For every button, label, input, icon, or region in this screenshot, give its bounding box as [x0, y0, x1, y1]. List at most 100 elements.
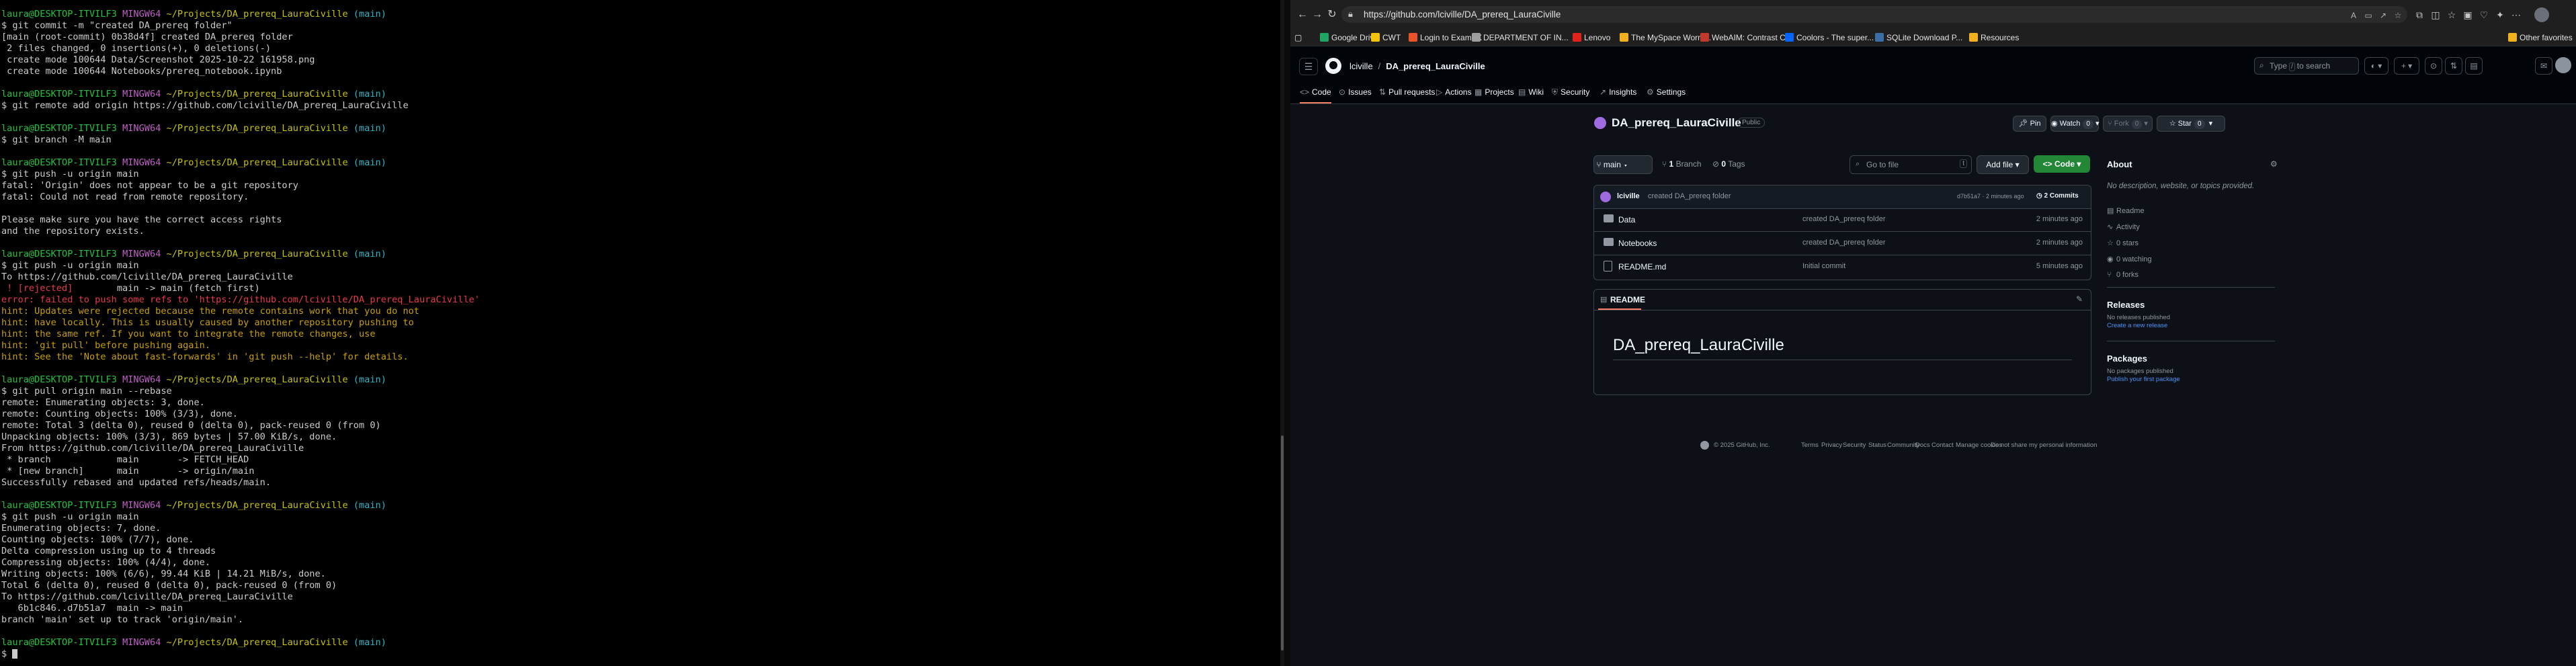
footer-link[interactable]: Do not share my personal information — [1991, 442, 2097, 449]
about-item[interactable]: ☆ 0 stars — [2107, 239, 2138, 247]
github-search-input[interactable]: ⌕ Type / to search — [2254, 57, 2359, 75]
pull-requests-icon[interactable]: ⇅ — [2445, 57, 2462, 75]
gear-icon[interactable]: ⚙ — [2270, 159, 2278, 169]
extensions-icon[interactable]: ⧉ — [2413, 8, 2426, 22]
favorite-star-icon[interactable]: ☆ — [2393, 11, 2403, 20]
footer-link[interactable]: Contact — [1931, 442, 1954, 449]
tags-link[interactable]: ⊘ 0 Tags — [1712, 159, 1745, 169]
branch-selector[interactable]: ⑂ main ▾ — [1593, 155, 1653, 174]
branches-link[interactable]: ⑂ 1 Branch — [1662, 159, 1702, 169]
favorite-item[interactable]: Lenovo — [1573, 32, 1610, 44]
file-name[interactable]: Data — [1618, 215, 1635, 224]
more-menu-icon[interactable]: ⋯ — [2509, 8, 2523, 22]
file-name[interactable]: Notebooks — [1618, 239, 1657, 248]
tab-insights[interactable]: ↗ Insights — [1599, 87, 1636, 102]
other-favorites[interactable]: Other favorites — [2508, 32, 2573, 44]
tab-pull-requests[interactable]: ⇅ Pull requests — [1379, 87, 1435, 102]
file-row[interactable]: README.md Initial commit 5 minutes ago — [1594, 255, 2091, 278]
split-screen-icon[interactable]: ◫ — [2429, 8, 2442, 22]
footer-link[interactable]: Community — [1887, 442, 1919, 449]
inbox-icon[interactable]: ✉ — [2535, 57, 2552, 75]
copilot-icon[interactable]: ✦ — [2493, 8, 2507, 22]
code-button[interactable]: <> Code ▾ — [2034, 155, 2090, 173]
tab-actions-icon[interactable]: ▢ — [1294, 32, 1302, 44]
immersive-reader-icon[interactable]: ▭ — [2363, 11, 2374, 20]
publish-package-link[interactable]: Publish your first package — [2107, 376, 2180, 383]
profile-avatar[interactable] — [2534, 7, 2549, 22]
fork-button[interactable]: ⑂ Fork 0 ▾ — [2103, 116, 2153, 132]
favorite-item[interactable]: Coolors - The super... — [1785, 32, 1874, 44]
go-to-file-input[interactable]: ⌕ Go to file t — [1850, 155, 1972, 174]
favorite-item[interactable]: SQLite Download P... — [1875, 32, 1962, 44]
watch-button[interactable]: ◉ Watch 0 ▾ — [2050, 116, 2100, 132]
url-field[interactable]: 🔒︎ https://github.com/lciville/DA_prereq… — [1341, 6, 2407, 23]
breadcrumb-repo[interactable]: DA_prereq_LauraCiville — [1386, 61, 1485, 71]
about-item[interactable]: ◉ 0 watching — [2107, 255, 2152, 263]
refresh-icon[interactable]: ↻ — [1325, 8, 1339, 22]
menu-icon[interactable]: ☰ — [1299, 58, 1318, 75]
read-aloud-icon[interactable]: A — [2348, 11, 2359, 20]
issues-icon[interactable]: ⊙ — [2425, 57, 2442, 75]
readme-tab[interactable]: README — [1610, 295, 1645, 304]
footer-link[interactable]: Docs — [1915, 442, 1930, 449]
favorite-item[interactable]: Login to ExamFX — [1409, 32, 1482, 44]
forward-icon[interactable]: → — [1311, 8, 1324, 22]
footer-link[interactable]: Privacy — [1821, 442, 1842, 449]
favorite-item[interactable]: WebAIM: Contrast C... — [1700, 32, 1792, 44]
tab-settings[interactable]: ⚙ Settings — [1647, 87, 1686, 102]
repo-name[interactable]: DA_prereq_LauraCiville — [1612, 116, 1741, 130]
github-logo-icon[interactable] — [1325, 58, 1341, 74]
github-logo-icon[interactable] — [1700, 441, 1709, 450]
add-file-button[interactable]: Add file ▾ — [1977, 155, 2029, 174]
file-row[interactable]: Data created DA_prereq folder 2 minutes ag… — [1594, 208, 2091, 232]
create-release-link[interactable]: Create a new release — [2107, 322, 2167, 329]
releases-title[interactable]: Releases — [2107, 300, 2145, 310]
star-button[interactable]: ☆ Star 0 ▾ — [2157, 116, 2225, 132]
favorites-icon[interactable]: ☆ — [2445, 8, 2458, 22]
footer-link[interactable]: Status — [1868, 442, 1886, 449]
back-icon[interactable]: ← — [1296, 8, 1309, 22]
file-row[interactable]: Notebooks created DA_prereq folder 2 minut… — [1594, 232, 2091, 255]
favorite-item[interactable]: Google Drive — [1320, 32, 1378, 44]
collections-icon[interactable]: ▣ — [2461, 8, 2475, 22]
commits-link[interactable]: ◷ 2 Commits — [2036, 192, 2079, 200]
about-item[interactable]: ▤ Readme — [2107, 206, 2145, 215]
file-name[interactable]: README.md — [1618, 262, 1666, 272]
copilot-button[interactable]: ◐ ▾ — [2364, 57, 2388, 75]
footer-link[interactable]: Terms — [1801, 442, 1819, 449]
pin-button[interactable]: 📌︎ Pin — [2013, 116, 2046, 132]
tab-security[interactable]: ⛨ Security — [1552, 87, 1589, 102]
tab-projects[interactable]: ▦ Projects — [1474, 87, 1514, 102]
about-item[interactable]: ⑂ 0 forks — [2107, 271, 2138, 279]
committer-name[interactable]: lciville — [1617, 192, 1640, 200]
commit-message[interactable]: created DA_prereq folder — [1648, 192, 1731, 200]
breadcrumb-owner[interactable]: lciville — [1349, 61, 1373, 71]
footer-link[interactable]: Security — [1843, 442, 1866, 449]
favorite-item[interactable]: Resources — [1969, 32, 2019, 44]
packages-title[interactable]: Packages — [2107, 353, 2147, 364]
url-text[interactable]: https://github.com/lciville/DA_prereq_La… — [1364, 9, 1561, 19]
user-avatar[interactable] — [2555, 57, 2571, 73]
owner-avatar[interactable] — [1594, 117, 1606, 129]
about-item[interactable]: ∿ Activity — [2107, 222, 2140, 231]
tab-wiki[interactable]: ▤ Wiki — [1518, 87, 1544, 102]
tab-code[interactable]: <> Code — [1300, 87, 1331, 103]
file-commit-message[interactable]: Initial commit — [1802, 262, 1845, 270]
favorite-item[interactable]: DEPARTMENT OF IN... — [1472, 32, 1569, 44]
commit-hash-time[interactable]: d7b51a7 · 2 minutes ago — [1957, 193, 2024, 200]
tab-actions[interactable]: ▷ Actions — [1436, 87, 1472, 102]
browser-essentials-icon[interactable]: ♡ — [2477, 8, 2491, 22]
edit-pencil-icon[interactable]: ✎ — [2076, 294, 2083, 304]
file-commit-message[interactable]: created DA_prereq folder — [1802, 215, 1886, 223]
repositories-icon[interactable]: ▤ — [2465, 57, 2483, 75]
favorite-item[interactable]: CWT — [1371, 32, 1401, 44]
terminal-window[interactable]: laura@DESKTOP-ITVILF3 MINGW64 ~/Projects… — [0, 0, 1280, 666]
favorite-item[interactable]: The MySpace Worm... — [1620, 32, 1711, 44]
create-new-button[interactable]: + ▾ — [2394, 57, 2419, 75]
committer-avatar[interactable] — [1600, 192, 1611, 202]
share-icon[interactable]: ↗ — [2378, 11, 2388, 20]
tab-issues[interactable]: ⊙ Issues — [1339, 87, 1372, 102]
terminal-scrollbar-thumb[interactable] — [1281, 435, 1284, 651]
file-commit-message[interactable]: created DA_prereq folder — [1802, 239, 1886, 247]
